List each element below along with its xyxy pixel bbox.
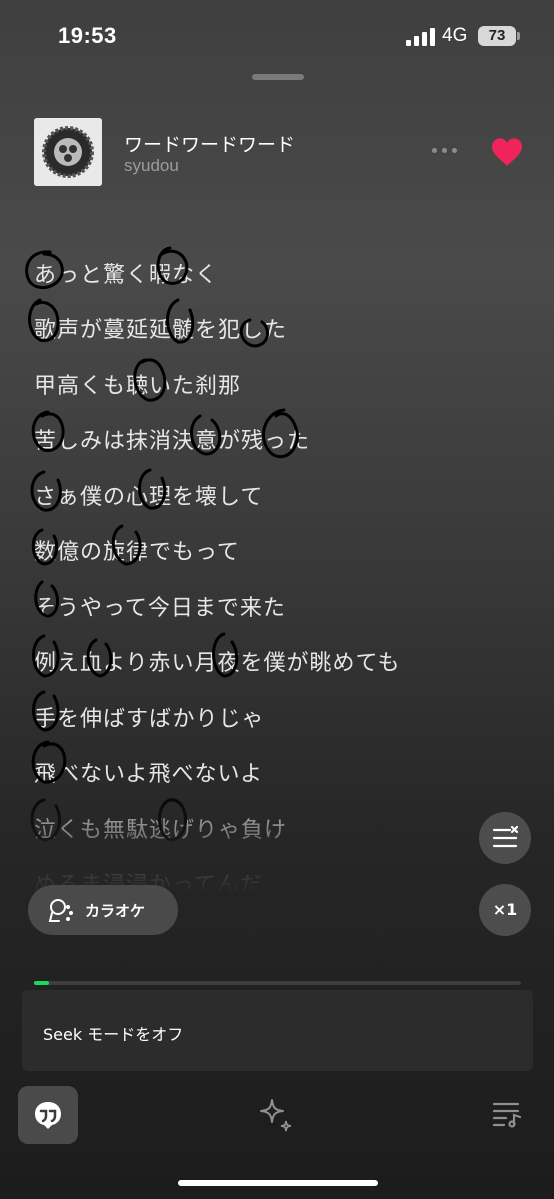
lyric-line[interactable]: 例え血より赤い月夜を僕が眺めても [34,645,400,677]
sparkle-icon[interactable] [258,1097,294,1133]
lyric-line[interactable]: 甲高くも聴いた刹那 [34,368,241,400]
lyric-line[interactable]: 数億の旋律でもって [34,534,240,566]
seek-mode-toggle[interactable]: Seek モードをオフ [43,1021,183,1045]
lyrics-tab-button[interactable] [18,1086,78,1144]
queue-clear-icon [492,825,519,848]
more-icon[interactable] [432,138,464,158]
queue-music-icon[interactable] [492,1100,522,1128]
track-artist[interactable]: syudou [124,156,179,176]
status-time: 19:53 [58,23,117,48]
home-indicator[interactable] [178,1180,378,1186]
karaoke-button[interactable]: カラオケ [28,885,178,935]
progress-bar[interactable] [34,981,521,985]
lyric-line[interactable]: そうやって今日まで来た [34,590,286,622]
status-bar: 19:53 4G 73 [0,0,554,70]
album-art-image [34,118,102,186]
microphone-icon [48,899,73,922]
lyric-line[interactable]: 飛べないよ飛べないよ [34,756,263,788]
lyric-line[interactable]: 歌声が蔓延延髄を犯した [34,312,287,344]
track-title: ワードワードワード [124,134,296,156]
lyric-line[interactable]: 泣くも無駄逃げりゃ負け [34,812,287,844]
progress-fill [34,981,49,985]
queue-clear-button[interactable] [479,812,531,864]
lyric-line[interactable]: さぁ僕の心理を壊して [34,479,263,511]
lyrics-icon [35,1102,61,1129]
lyrics-panel[interactable]: あっと驚く暇なく 歌声が蔓延延髄を犯した 甲高くも聴いた刹那 苦しみは抹消決意が… [0,244,554,894]
signal-icon [406,28,435,46]
track-header: ワードワードワード syudou [0,110,554,200]
seek-mode-panel[interactable]: Seek モードをオフ [22,990,533,1071]
album-cover[interactable] [34,118,102,186]
battery-tip [517,32,520,40]
network-label: 4G [442,25,468,46]
lyric-line[interactable]: 手を伸ばすばかりじゃ [34,701,264,733]
lyric-line[interactable]: あっと驚く暇なく [34,257,218,289]
sheet-grabber[interactable] [252,74,304,80]
playback-speed-button[interactable]: ×1 [479,884,531,936]
bottom-bar [0,1080,554,1160]
lyric-line[interactable]: 苦しみは抹消決意が残った [34,423,310,455]
heart-icon[interactable] [490,137,524,167]
karaoke-label: カラオケ [85,902,146,920]
battery-icon: 73 [478,26,516,46]
